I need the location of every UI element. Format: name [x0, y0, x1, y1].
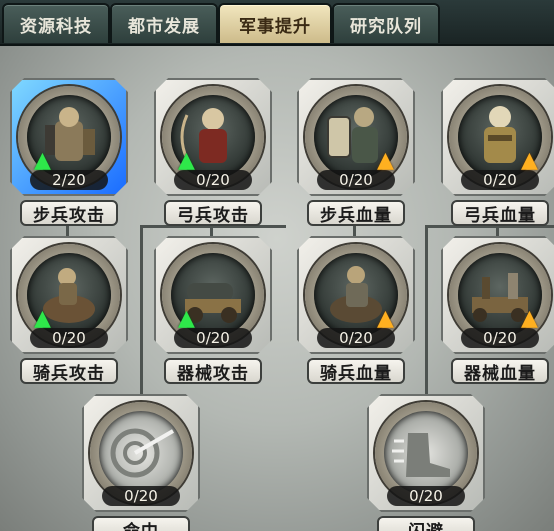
tech-node-archer-hp[interactable]: 0/20 ▲ 弓兵血量: [441, 78, 554, 248]
tech-node-dodge[interactable]: 0/20 闪避: [367, 394, 497, 531]
upgrade-arrow-icon: ▲: [178, 306, 195, 331]
upgrade-arrow-icon: ▲: [521, 148, 538, 173]
node-label: 器械攻击: [164, 358, 262, 384]
node-label: 步兵攻击: [20, 200, 118, 226]
node-level-count: 0/20: [461, 328, 539, 348]
tech-node-cavalry-hp[interactable]: 0/20 ▲ 骑兵血量: [297, 236, 427, 406]
upgrade-arrow-icon: ▲: [178, 148, 195, 173]
tab-military-upgrade[interactable]: 军事提升: [218, 3, 332, 43]
node-level-count: 0/20: [461, 170, 539, 190]
node-level-count: 0/20: [30, 328, 108, 348]
node-level-count: 2/20: [30, 170, 108, 190]
node-level-count: 0/20: [387, 486, 465, 506]
upgrade-arrow-icon: ▲: [377, 306, 394, 331]
node-label: 骑兵血量: [307, 358, 405, 384]
upgrade-arrow-icon: ▲: [377, 148, 394, 173]
tab-resource-tech[interactable]: 资源科技: [2, 3, 110, 43]
node-level-count: 0/20: [102, 486, 180, 506]
tab-research-queue[interactable]: 研究队列: [332, 3, 440, 43]
dodge-boot-icon: [384, 411, 468, 495]
node-label: 步兵血量: [307, 200, 405, 226]
node-label: 弓兵攻击: [164, 200, 262, 226]
tech-node-siege-attack[interactable]: 0/20 ▲ 器械攻击: [154, 236, 284, 406]
tech-node-cavalry-attack[interactable]: 0/20 ▲ 骑兵攻击: [10, 236, 140, 406]
accuracy-target-icon: [99, 411, 183, 495]
tech-node-accuracy[interactable]: 0/20 命中: [82, 394, 212, 531]
node-level-count: 0/20: [317, 170, 395, 190]
node-level-count: 0/20: [174, 328, 252, 348]
tab-bar: 资源科技 都市发展 军事提升 研究队列: [0, 0, 554, 46]
tech-node-infantry-attack[interactable]: 2/20 ▲ 步兵攻击: [10, 78, 140, 248]
tech-node-archer-attack[interactable]: 0/20 ▲ 弓兵攻击: [154, 78, 284, 248]
node-level-count: 0/20: [317, 328, 395, 348]
node-label: 弓兵血量: [451, 200, 549, 226]
node-label: 命中: [92, 516, 190, 531]
tab-city-development[interactable]: 都市发展: [110, 3, 218, 43]
node-label: 器械血量: [451, 358, 549, 384]
upgrade-arrow-icon: ▲: [34, 148, 51, 173]
tech-node-infantry-hp[interactable]: 0/20 ▲ 步兵血量: [297, 78, 427, 248]
upgrade-arrow-icon: ▲: [34, 306, 51, 331]
node-level-count: 0/20: [174, 170, 252, 190]
node-label: 闪避: [377, 516, 475, 531]
tech-node-siege-hp[interactable]: 0/20 ▲ 器械血量: [441, 236, 554, 406]
node-label: 骑兵攻击: [20, 358, 118, 384]
connector-line: [140, 225, 143, 400]
upgrade-arrow-icon: ▲: [521, 306, 538, 331]
